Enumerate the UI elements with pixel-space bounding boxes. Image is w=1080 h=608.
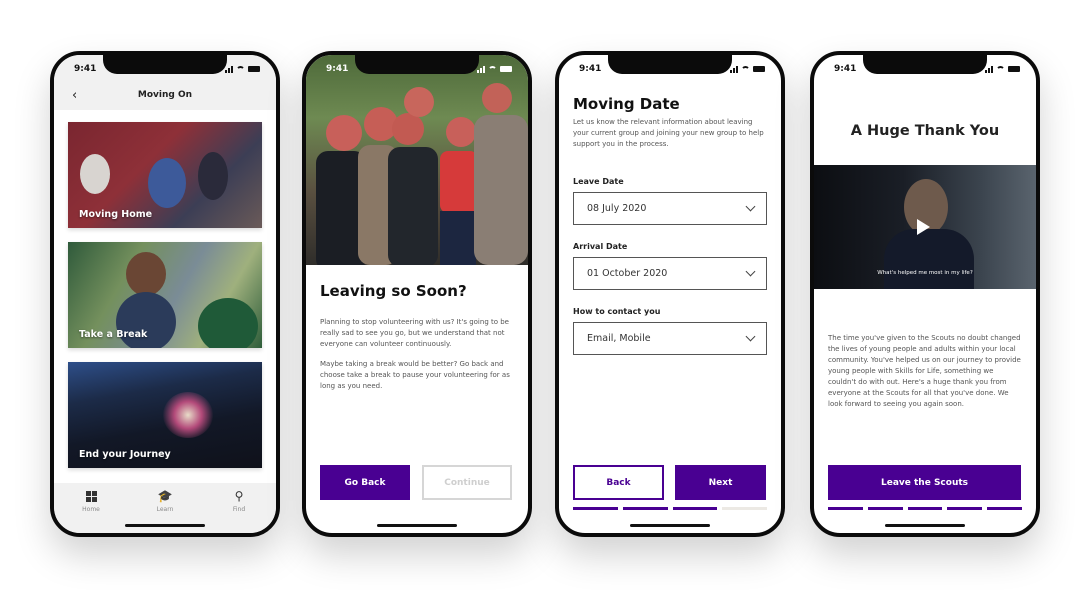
- continue-button[interactable]: Continue: [422, 465, 512, 500]
- wifi-icon: [488, 65, 497, 73]
- card-label: End your Journey: [79, 449, 171, 460]
- home-indicator: [377, 524, 457, 527]
- phone-moving-date: 9:41 Moving Date Let us know the relevan…: [555, 51, 785, 537]
- signal-icon: [730, 65, 738, 73]
- status-bar: 9:41: [54, 62, 276, 76]
- phone-moving-on: 9:41 ‹ Moving On Moving Home Take a Brea…: [50, 51, 280, 537]
- graduation-cap-icon: 🎓: [157, 489, 173, 503]
- card-label: Take a Break: [79, 329, 148, 340]
- arrival-date-label: Arrival Date: [573, 242, 628, 251]
- page-title: A Huge Thank You: [850, 123, 1000, 139]
- leave-date-select[interactable]: 08 July 2020: [573, 192, 767, 225]
- hero-image: [306, 55, 528, 265]
- leave-the-scouts-button[interactable]: Leave the Scouts: [828, 465, 1021, 500]
- select-value: Email, Mobile: [587, 333, 651, 344]
- status-time: 9:41: [74, 64, 97, 74]
- back-button[interactable]: Back: [573, 465, 664, 500]
- video-player[interactable]: What's helped me most in my life?: [814, 165, 1036, 289]
- progress-step: [987, 507, 1022, 510]
- wifi-icon: [996, 65, 1005, 73]
- tab-find[interactable]: ⚲ Find: [209, 489, 269, 533]
- page-title: Moving Date: [573, 95, 680, 113]
- battery-icon: [1008, 66, 1020, 72]
- leave-date-label: Leave Date: [573, 177, 624, 186]
- signal-icon: [985, 65, 993, 73]
- progress-step: [828, 507, 863, 510]
- battery-icon: [753, 66, 765, 72]
- contact-method-label: How to contact you: [573, 307, 661, 316]
- card-take-a-break[interactable]: Take a Break: [68, 242, 262, 348]
- body-paragraph: Planning to stop volunteering with us? I…: [320, 318, 509, 348]
- chevron-down-icon: [745, 331, 756, 342]
- card-list: Moving Home Take a Break End your Journe…: [54, 110, 276, 483]
- dashboard-grid-icon: [85, 489, 97, 503]
- home-indicator: [885, 524, 965, 527]
- battery-icon: [248, 66, 260, 72]
- progress-step: [722, 507, 767, 510]
- card-moving-home[interactable]: Moving Home: [68, 122, 262, 228]
- signal-icon: [477, 65, 485, 73]
- play-icon[interactable]: [917, 219, 930, 235]
- page-description: Let us know the relevant information abo…: [573, 118, 764, 148]
- go-back-button[interactable]: Go Back: [320, 465, 410, 500]
- chevron-down-icon: [745, 201, 756, 212]
- tab-home[interactable]: Home: [61, 489, 121, 533]
- progress-step: [672, 507, 718, 510]
- progress-step: [622, 507, 668, 510]
- select-value: 01 October 2020: [587, 268, 668, 279]
- progress-step: [907, 507, 943, 510]
- video-caption: What's helped me most in my life?: [877, 270, 973, 276]
- step-progress: [828, 507, 1022, 510]
- card-end-your-journey[interactable]: End your Journey: [68, 362, 262, 468]
- status-bar: 9:41: [559, 62, 781, 76]
- status-bar: 9:41: [306, 62, 528, 76]
- phone-thank-you: 9:41 A Huge Thank You What's helped me m…: [810, 51, 1040, 537]
- tab-label: Learn: [156, 506, 174, 513]
- signal-icon: [225, 65, 233, 73]
- wifi-icon: [741, 65, 750, 73]
- next-button[interactable]: Next: [675, 465, 766, 500]
- select-value: 08 July 2020: [587, 203, 647, 214]
- phone-leaving-so-soon: 9:41 Leaving so Soon? Planning to stop v…: [302, 51, 532, 537]
- chevron-down-icon: [745, 266, 756, 277]
- progress-step: [573, 507, 618, 510]
- status-bar: 9:41: [814, 62, 1036, 76]
- progress-step: [947, 507, 983, 510]
- wifi-icon: [236, 65, 245, 73]
- body-paragraph: The time you've given to the Scouts no d…: [828, 334, 1021, 408]
- step-progress: [573, 507, 767, 510]
- status-time: 9:41: [579, 64, 602, 74]
- status-time: 9:41: [326, 64, 349, 74]
- home-indicator: [630, 524, 710, 527]
- page-title: Leaving so Soon?: [320, 282, 467, 300]
- arrival-date-select[interactable]: 01 October 2020: [573, 257, 767, 290]
- contact-method-select[interactable]: Email, Mobile: [573, 322, 767, 355]
- status-time: 9:41: [834, 64, 857, 74]
- body-paragraph: Maybe taking a break would be better? Go…: [320, 360, 510, 390]
- progress-step: [867, 507, 903, 510]
- tab-label: Find: [232, 506, 246, 513]
- battery-icon: [500, 66, 512, 72]
- card-label: Moving Home: [79, 209, 153, 220]
- search-icon: ⚲: [234, 489, 244, 503]
- home-indicator: [125, 524, 205, 527]
- page-title: Moving On: [137, 90, 193, 100]
- tab-label: Home: [82, 506, 100, 513]
